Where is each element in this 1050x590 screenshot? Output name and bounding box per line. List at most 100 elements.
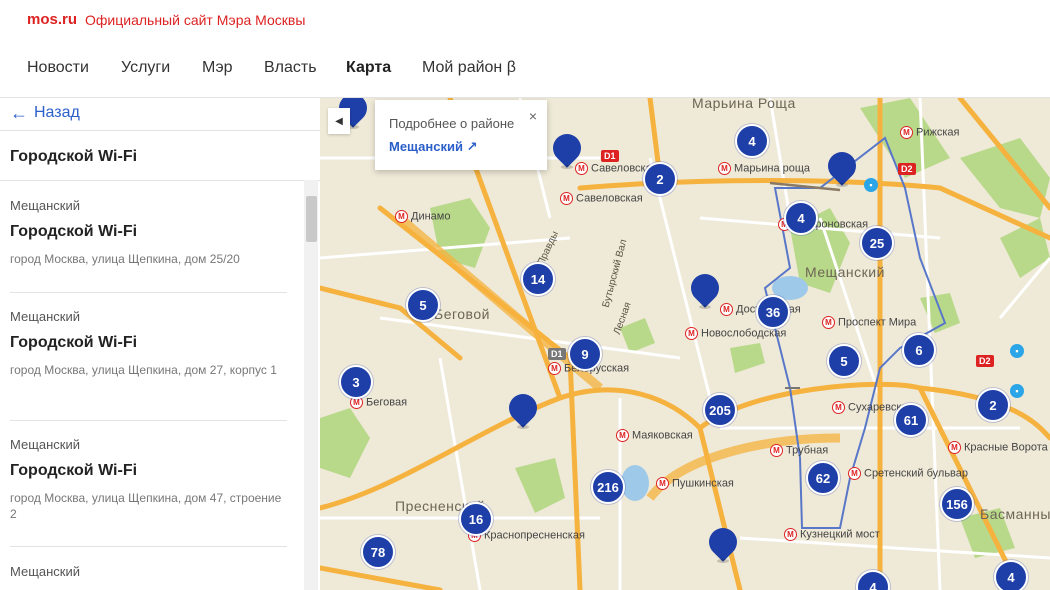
map-cluster-marker[interactable]: 5: [827, 344, 861, 378]
list-item[interactable]: Мещанский Городской Wi-Fi город Москва, …: [10, 198, 286, 267]
popup-link-label: Мещанский: [389, 139, 463, 154]
panel-title: Городской Wi-Fi: [10, 148, 138, 165]
nav-item-services[interactable]: Услуги: [121, 59, 170, 77]
metro-station-label: М Марьина роща: [718, 162, 810, 175]
district-label: Мещанский: [805, 264, 885, 280]
list-item[interactable]: Мещанский Городской Wi-Fi город Москва, …: [10, 437, 286, 522]
district-popup: Подробнее о районе Мещанский ↗ ×: [375, 100, 547, 170]
metro-station-label: М Проспект Мира: [822, 316, 916, 329]
map-cluster-marker[interactable]: 2: [976, 388, 1010, 422]
panel-divider: [0, 130, 320, 131]
map-cluster-marker[interactable]: 6: [902, 333, 936, 367]
site-subtitle[interactable]: Официальный сайт Мэра Москвы: [85, 12, 305, 28]
map-pin-marker[interactable]: [503, 388, 543, 430]
map-base-layer: [320, 98, 1050, 590]
map-cluster-marker[interactable]: 78: [361, 535, 395, 569]
nav-item-mayor[interactable]: Мэр: [202, 59, 233, 77]
item-district: Мещанский: [10, 198, 81, 213]
metro-icon: М: [770, 444, 783, 457]
map-cluster-marker[interactable]: 36: [756, 295, 790, 329]
map-cluster-marker[interactable]: 4: [784, 201, 818, 235]
map-pin-marker[interactable]: [703, 522, 743, 564]
map-cluster-marker[interactable]: 156: [940, 487, 974, 521]
metro-name: Проспект Мира: [838, 316, 917, 329]
map-view[interactable]: Марьина Роща Мещанский Беговой Пресненск…: [320, 98, 1050, 590]
metro-icon: М: [395, 210, 408, 223]
metro-icon: М: [656, 477, 669, 490]
nav-item-my-district[interactable]: Мой район β: [422, 59, 516, 77]
map-pin-icon: [547, 128, 587, 168]
metro-station-label: М Савеловская: [560, 192, 643, 205]
map-cluster-marker[interactable]: 25: [860, 226, 894, 260]
close-icon[interactable]: ×: [529, 108, 537, 124]
map-cluster-marker[interactable]: 4: [994, 560, 1028, 590]
nav-item-news[interactable]: Новости: [27, 59, 89, 77]
collapse-panel-button[interactable]: ◀: [328, 108, 350, 134]
list-item[interactable]: Мещанский Городской Wi-Fi город Москва, …: [10, 309, 286, 378]
line-badge: D1: [601, 150, 619, 162]
map-cluster-marker[interactable]: 9: [568, 337, 602, 371]
list-scrollbar-thumb[interactable]: [306, 196, 317, 242]
bus-stop-icon: ▪: [1010, 344, 1024, 358]
item-district: Мещанский: [10, 564, 81, 579]
metro-icon: М: [832, 401, 845, 414]
map-cluster-marker[interactable]: 4: [735, 124, 769, 158]
district-label: Беговой: [434, 306, 490, 322]
metro-icon: М: [548, 362, 561, 375]
side-panel: ← Назад Городской Wi-Fi Мещанский Городс…: [0, 98, 320, 590]
metro-icon: М: [720, 303, 733, 316]
map-cluster-marker[interactable]: 62: [806, 461, 840, 495]
item-name: Городской Wi-Fi: [10, 223, 138, 240]
map-pin-marker[interactable]: [822, 146, 862, 188]
map-cluster-marker[interactable]: 61: [894, 403, 928, 437]
map-pin-icon: [685, 268, 725, 308]
map-pin-shadow: [561, 165, 573, 169]
metro-name: Краснопресненская: [484, 529, 585, 542]
item-address: город Москва, улица Щепкина, дом 47, стр…: [10, 491, 282, 521]
map-cluster-marker[interactable]: 216: [591, 470, 625, 504]
metro-icon: М: [616, 429, 629, 442]
map-pin-shadow: [699, 305, 711, 309]
list-divider: [10, 546, 287, 547]
site-logo[interactable]: mos.ru: [27, 11, 77, 28]
metro-name: Маяковская: [632, 429, 693, 442]
item-name: Городской Wi-Fi: [10, 334, 138, 351]
metro-station-label: М Кузнецкий мост: [784, 528, 880, 541]
popup-title: Подробнее о районе: [389, 116, 515, 131]
map-pin-marker[interactable]: [547, 128, 587, 170]
line-badge: D1: [548, 348, 566, 360]
nav-item-authority[interactable]: Власть: [264, 59, 317, 77]
metro-name: Марьина роща: [734, 162, 811, 175]
metro-station-label: М Пушкинская: [656, 477, 734, 490]
metro-icon: М: [822, 316, 835, 329]
map-cluster-marker[interactable]: 2: [643, 162, 677, 196]
map-cluster-marker[interactable]: 16: [459, 502, 493, 536]
metro-name: Рижская: [916, 126, 960, 139]
results-list[interactable]: Мещанский Городской Wi-Fi город Москва, …: [0, 180, 302, 590]
nav-item-map[interactable]: Карта: [346, 59, 391, 77]
map-cluster-marker[interactable]: 3: [339, 365, 373, 399]
metro-name: Беговая: [366, 396, 408, 409]
map-pin-marker[interactable]: [685, 268, 725, 310]
metro-name: Пушкинская: [672, 477, 734, 490]
bus-stop-icon: ▪: [1010, 384, 1024, 398]
map-cluster-marker[interactable]: 205: [703, 393, 737, 427]
bus-stop-icon: ▪: [864, 178, 878, 192]
metro-name: Кузнецкий мост: [800, 528, 880, 541]
item-district: Мещанский: [10, 309, 81, 324]
popup-district-link[interactable]: Мещанский ↗: [389, 139, 478, 155]
external-link-icon: ↗: [466, 139, 478, 154]
map-pin-icon: [822, 146, 862, 186]
map-cluster-marker[interactable]: 14: [521, 262, 555, 296]
back-button[interactable]: ← Назад: [10, 98, 80, 128]
map-pin-icon: [503, 388, 543, 428]
metro-icon: М: [685, 327, 698, 340]
list-item[interactable]: Мещанский: [10, 564, 286, 579]
metro-station-label: М Сретенский бульвар: [848, 467, 968, 480]
metro-icon: М: [848, 467, 861, 480]
map-cluster-marker[interactable]: 5: [406, 288, 440, 322]
arrow-left-icon: ←: [10, 102, 28, 123]
map-pin-shadow: [836, 183, 848, 187]
list-divider: [10, 292, 287, 293]
metro-icon: М: [718, 162, 731, 175]
